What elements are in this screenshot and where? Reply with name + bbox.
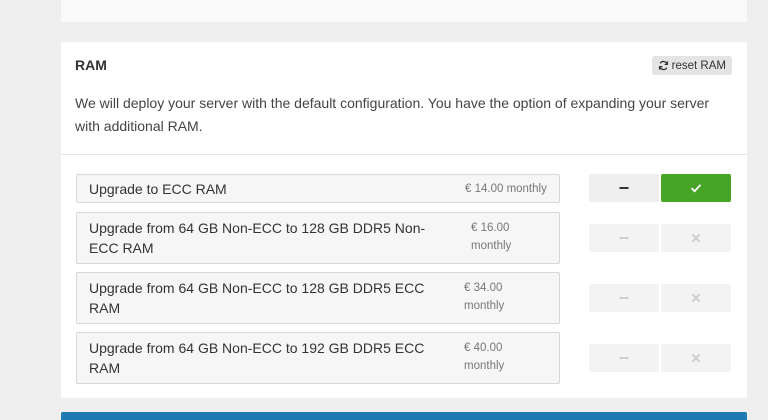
remove-button[interactable] xyxy=(589,224,659,252)
close-icon xyxy=(691,233,701,243)
ram-option-192-ecc-controls xyxy=(589,344,732,372)
option-label: Upgrade from 64 GB Non-ECC to 128 GB DDR… xyxy=(89,220,426,256)
option-price: € 16.00 monthly xyxy=(471,222,512,252)
option-price: € 14.00 monthly xyxy=(465,183,547,195)
minus-icon xyxy=(619,357,629,359)
selected-button[interactable] xyxy=(661,174,731,202)
section-description: We will deploy your server with the defa… xyxy=(75,95,710,134)
option-price: € 34.00 monthly xyxy=(464,282,505,312)
remove-button[interactable] xyxy=(589,284,659,312)
ram-section: RAM reset RAM We will deploy your server… xyxy=(61,42,747,398)
remove-button[interactable] xyxy=(589,174,659,202)
divider xyxy=(61,154,747,155)
ram-option-ecc-controls xyxy=(589,174,732,202)
option-label: Upgrade from 64 GB Non-ECC to 128 GB DDR… xyxy=(89,280,425,316)
select-button[interactable] xyxy=(661,284,731,312)
check-icon xyxy=(690,184,702,193)
ram-option-128-ecc-controls xyxy=(589,284,732,312)
select-button[interactable] xyxy=(661,224,731,252)
select-button[interactable] xyxy=(661,344,731,372)
option-label: Upgrade to ECC RAM xyxy=(89,181,227,197)
minus-icon xyxy=(619,237,629,239)
previous-section-card xyxy=(61,0,747,22)
reset-ram-label: reset RAM xyxy=(671,59,726,72)
section-title: RAM xyxy=(75,57,107,73)
refresh-icon xyxy=(658,60,668,71)
close-icon xyxy=(691,293,701,303)
remove-button[interactable] xyxy=(589,344,659,372)
reset-ram-button[interactable]: reset RAM xyxy=(651,56,732,75)
ram-option-128-non-ecc[interactable]: Upgrade from 64 GB Non-ECC to 128 GB DDR… xyxy=(76,212,560,264)
ram-option-192-ecc[interactable]: Upgrade from 64 GB Non-ECC to 192 GB DDR… xyxy=(76,332,560,384)
minus-icon xyxy=(619,297,629,299)
ram-option-128-non-ecc-controls xyxy=(589,224,732,252)
ram-option-ecc[interactable]: Upgrade to ECC RAM € 14.00 monthly xyxy=(76,174,560,203)
next-section-header xyxy=(61,412,747,420)
minus-icon xyxy=(619,187,629,189)
close-icon xyxy=(691,353,701,363)
option-label: Upgrade from 64 GB Non-ECC to 192 GB DDR… xyxy=(89,340,425,376)
ram-option-128-ecc[interactable]: Upgrade from 64 GB Non-ECC to 128 GB DDR… xyxy=(76,272,560,324)
option-price: € 40.00 monthly xyxy=(464,342,505,372)
